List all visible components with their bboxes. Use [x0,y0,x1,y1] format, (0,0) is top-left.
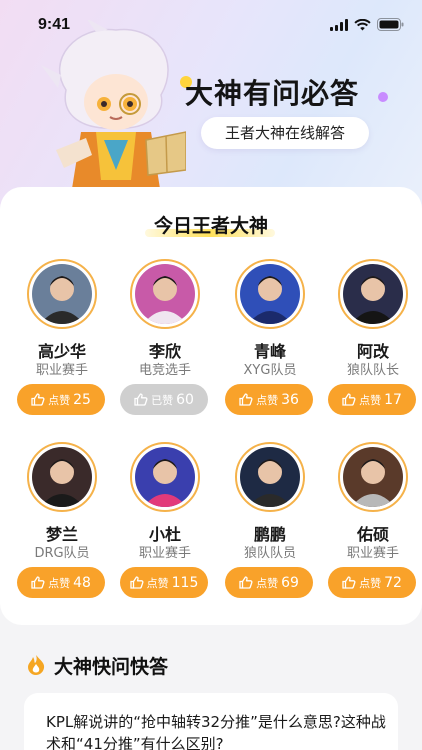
thumbs-up-icon [129,576,144,589]
avatar[interactable] [27,259,97,329]
like-button[interactable]: 点赞 115 [120,567,208,598]
like-label: 已赞 [151,393,174,407]
expert-item[interactable]: 阿改 狼队队长 点赞 17 [323,259,422,419]
like-button[interactable]: 点赞 69 [225,567,313,598]
flame-icon [28,655,45,675]
qa-question-text: KPL解说讲的“抢中轴转32分推”是什么意思?这种战术和“41分推”有什么区别? [46,713,386,750]
like-label: 点赞 [48,576,71,590]
avatar[interactable] [338,442,408,512]
avatar-photo [32,264,92,324]
avatar[interactable] [130,442,200,512]
expert-item[interactable]: 青峰 XYG队员 点赞 36 [220,259,320,419]
experts-section-title: 今日王者大神 [153,215,268,237]
status-icons [330,18,404,31]
thumbs-up-icon [31,393,45,406]
expert-role: 职业赛手 [346,546,399,561]
like-count: 36 [281,391,299,408]
expert-item[interactable]: 小杜 职业赛手 点赞 115 [115,442,215,602]
like-count: 69 [281,574,299,591]
battery-icon [377,18,404,31]
avatar[interactable] [235,259,305,329]
avatar-photo [32,447,92,507]
thumbs-up-icon [239,576,253,589]
expert-role: XYG队员 [243,363,297,378]
avatar-photo [240,447,300,507]
like-count: 60 [176,391,194,408]
like-label: 点赞 [48,393,71,407]
like-count: 72 [384,574,402,591]
like-button[interactable]: 点赞 48 [17,567,105,598]
like-label: 点赞 [146,576,169,590]
expert-item[interactable]: 梦兰 DRG队员 点赞 48 [12,442,112,602]
thumbs-up-icon [134,393,148,406]
qa-question-card[interactable]: KPL解说讲的“抢中轴转32分推”是什么意思?这种战术和“41分推”有什么区别? [24,693,398,750]
mascot-illustration [41,20,186,195]
thumbs-up-icon [31,576,45,589]
expert-role: 职业赛手 [35,363,88,378]
expert-role: 电竞选手 [138,363,191,378]
like-button[interactable]: 点赞 17 [328,384,416,415]
hero-subtitle: 王者大神在线解答 [201,117,369,149]
expert-item[interactable]: 李欣 电竞选手 已赞 60 [115,259,215,419]
like-count: 115 [171,574,199,591]
like-label: 点赞 [256,393,279,407]
avatar[interactable] [27,442,97,512]
like-count: 17 [384,391,402,408]
cellular-signal-icon [330,18,348,31]
like-button[interactable]: 点赞 72 [328,567,416,598]
avatar-photo [135,264,195,324]
expert-item[interactable]: 鹏鹏 狼队队员 点赞 69 [220,442,320,602]
avatar-photo [343,447,403,507]
avatar[interactable] [130,259,200,329]
wifi-icon [354,18,371,30]
like-label: 点赞 [359,576,382,590]
thumbs-up-icon [239,393,253,406]
avatar-photo [240,264,300,324]
like-label: 点赞 [359,393,382,407]
avatar-photo [135,447,195,507]
like-button[interactable]: 点赞 36 [225,384,313,415]
thumbs-up-icon [342,576,356,589]
expert-role: 狼队队长 [346,363,399,378]
avatar-photo [343,264,403,324]
hero-title: 大神有问必答 [185,77,360,110]
like-count: 25 [73,391,91,408]
decor-dot-purple [378,92,388,102]
like-count: 48 [73,574,91,591]
avatar[interactable] [235,442,305,512]
like-label: 点赞 [256,576,279,590]
qa-section-title: 大神快问快答 [54,656,169,678]
expert-role: DRG队员 [34,546,90,561]
expert-item[interactable]: 佑硕 职业赛手 点赞 72 [323,442,422,602]
thumbs-up-icon [342,393,356,406]
expert-item[interactable]: 高少华 职业赛手 点赞 25 [12,259,112,419]
like-button[interactable]: 点赞 25 [17,384,105,415]
experts-card: 今日王者大神 高少华 职业赛手 点赞 25 李欣 电竞选手 已赞 60 青峰 XYG队员 点赞 36 阿… [0,187,422,625]
like-button[interactable]: 已赞 60 [120,384,208,415]
hero-banner: 9:41 大神有问必答 王者大神在线解答 [0,0,422,215]
expert-role: 职业赛手 [138,546,191,561]
avatar[interactable] [338,259,408,329]
expert-role: 狼队队员 [243,546,296,561]
